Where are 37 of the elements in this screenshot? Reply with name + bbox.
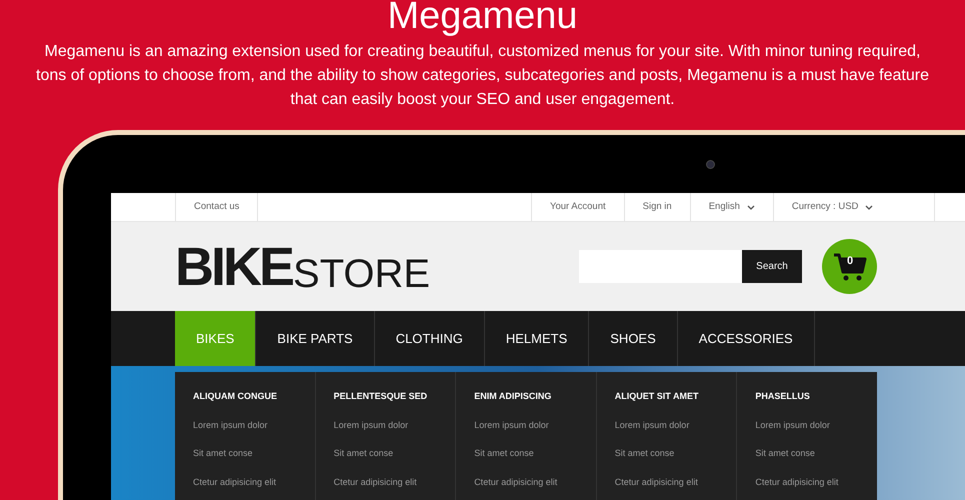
page-title: Megamenu bbox=[386, 0, 579, 36]
dropdown-toggle[interactable]: Currency : USD bbox=[772, 193, 892, 221]
column-heading: ALIQUAM CONGUE bbox=[193, 390, 278, 403]
logo: BIKESTORE bbox=[175, 240, 430, 294]
menu-link[interactable]: Lorem ipsum dolor bbox=[334, 418, 456, 432]
menu-link[interactable]: Ctetur adipisicing elit bbox=[755, 476, 877, 489]
search-button[interactable]: Search bbox=[742, 250, 802, 283]
column-heading: ENIM ADIPISCING bbox=[474, 390, 552, 403]
search-field[interactable] bbox=[579, 250, 742, 283]
camera-icon bbox=[706, 160, 715, 168]
menu-link[interactable]: Sit amet conse bbox=[474, 447, 596, 460]
menu-link[interactable]: Ctetur adipisicing elit bbox=[334, 476, 456, 489]
nav-tab[interactable]: BIKES bbox=[175, 311, 256, 366]
cart-button[interactable]: 0 bbox=[822, 239, 877, 294]
top-link[interactable]: Contact us bbox=[175, 193, 258, 221]
column-heading: ALIQUET SIT AMET bbox=[614, 390, 700, 403]
menu-link[interactable]: Lorem ipsum dolor bbox=[755, 418, 877, 432]
description: Megamenu is an amazing extension used for creating beautiful, customized menus for your site. With minor tuning required, tons of options to choose from, and the ability to show categories, subcategories and posts, Megamenu is a must have feature that can easily boost your SEO and user engagement. bbox=[35, 42, 930, 110]
menu-link[interactable]: Sit amet conse bbox=[334, 447, 456, 460]
dropdown-toggle[interactable]: English bbox=[690, 193, 773, 221]
column-heading: PELLENTESQUE SED bbox=[334, 390, 428, 403]
chevron-down-icon bbox=[746, 204, 755, 210]
menu-link[interactable]: Ctetur adipisicing elit bbox=[614, 476, 736, 489]
chevron-down-icon bbox=[865, 204, 874, 210]
menu-link[interactable]: Ctetur adipisicing elit bbox=[193, 476, 315, 489]
cart-icon bbox=[832, 252, 866, 282]
top-link[interactable]: Your Account bbox=[531, 193, 624, 221]
menu-link[interactable]: Lorem ipsum dolor bbox=[193, 418, 315, 432]
menu-link[interactable]: Sit amet conse bbox=[755, 447, 877, 460]
menu-link[interactable]: Lorem ipsum dolor bbox=[474, 418, 596, 432]
top-link[interactable]: Sign in bbox=[624, 193, 690, 221]
menu-link[interactable]: Lorem ipsum dolor bbox=[614, 418, 736, 432]
menu-link[interactable]: Sit amet conse bbox=[193, 447, 315, 460]
menu-link[interactable]: Sit amet conse bbox=[614, 447, 736, 460]
column-heading: PHASELLUS bbox=[755, 390, 811, 403]
cart-count: 0 bbox=[847, 254, 854, 269]
menu-link[interactable]: Ctetur adipisicing elit bbox=[474, 476, 596, 489]
